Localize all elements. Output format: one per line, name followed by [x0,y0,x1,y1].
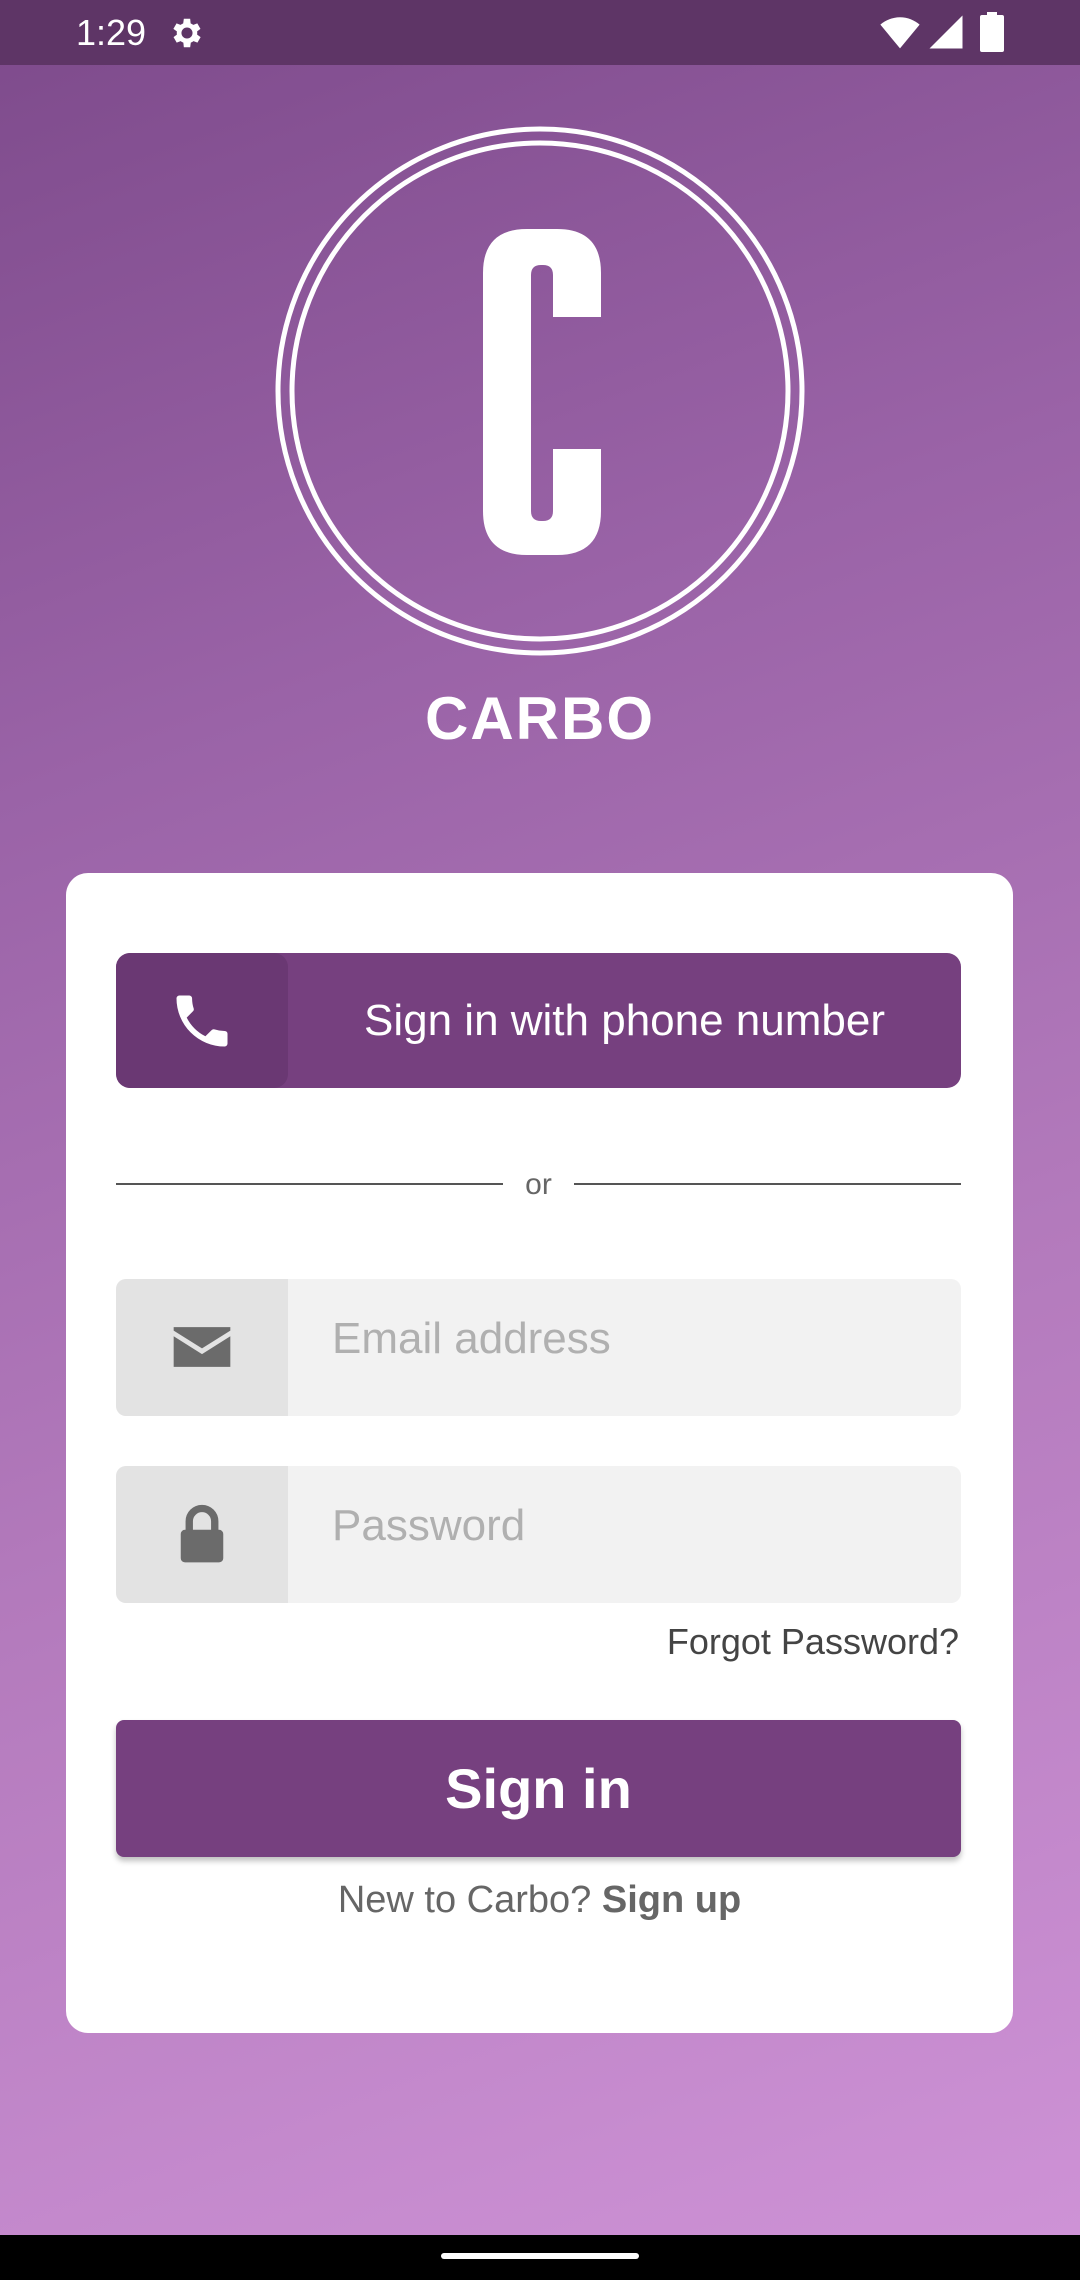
password-icon-box [116,1466,288,1603]
password-input[interactable] [288,1466,961,1586]
divider-line-left [116,1183,503,1185]
login-card: Sign in with phone number or Forgot Pass… [66,873,1013,2033]
signal-icon [929,15,963,49]
forgot-password-link[interactable]: Forgot Password? [667,1621,959,1663]
email-input[interactable] [288,1279,961,1399]
password-field [116,1466,961,1603]
lock-icon [180,1504,224,1563]
phone-signin-button[interactable]: Sign in with phone number [116,953,961,1088]
carbo-logo [275,126,805,656]
divider-text: or [525,1168,552,1201]
email-icon-box [116,1279,288,1416]
phone-icon [176,995,228,1047]
status-time: 1:29 [76,12,147,53]
signup-link[interactable]: Sign up [602,1879,741,1921]
wifi-icon [880,17,920,49]
signup-row: New to Carbo? Sign up [66,1879,1013,1922]
phone-icon-box [116,953,288,1088]
or-divider: or [116,1168,961,1201]
navigation-bar [0,2235,1080,2280]
email-field [116,1279,961,1416]
signup-prompt: New to Carbo? [337,1879,592,1921]
phone-signin-label: Sign in with phone number [364,996,885,1045]
divider-line-right [574,1183,961,1185]
envelope-icon [173,1327,231,1367]
home-gesture-handle[interactable] [441,2253,639,2259]
brand-name: CARBO [425,685,655,752]
battery-icon [980,12,1004,52]
signin-button[interactable]: Sign in [116,1720,961,1857]
status-bar: 1:29 [0,0,1080,65]
gear-icon [173,18,201,48]
